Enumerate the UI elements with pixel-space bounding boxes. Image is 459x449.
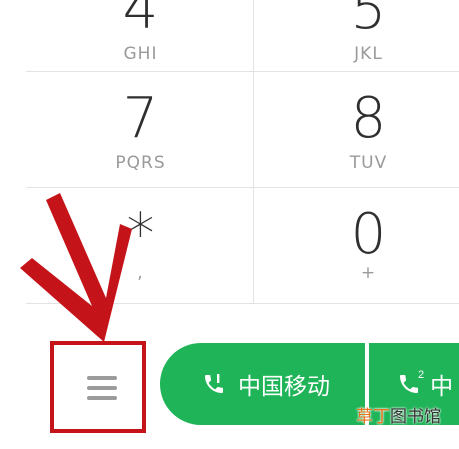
- watermark: 草丁图书馆: [356, 402, 441, 427]
- watermark-part2: 图书馆: [390, 407, 441, 427]
- watermark-part1: 草丁: [356, 407, 390, 427]
- annotation-arrow: [20, 193, 132, 342]
